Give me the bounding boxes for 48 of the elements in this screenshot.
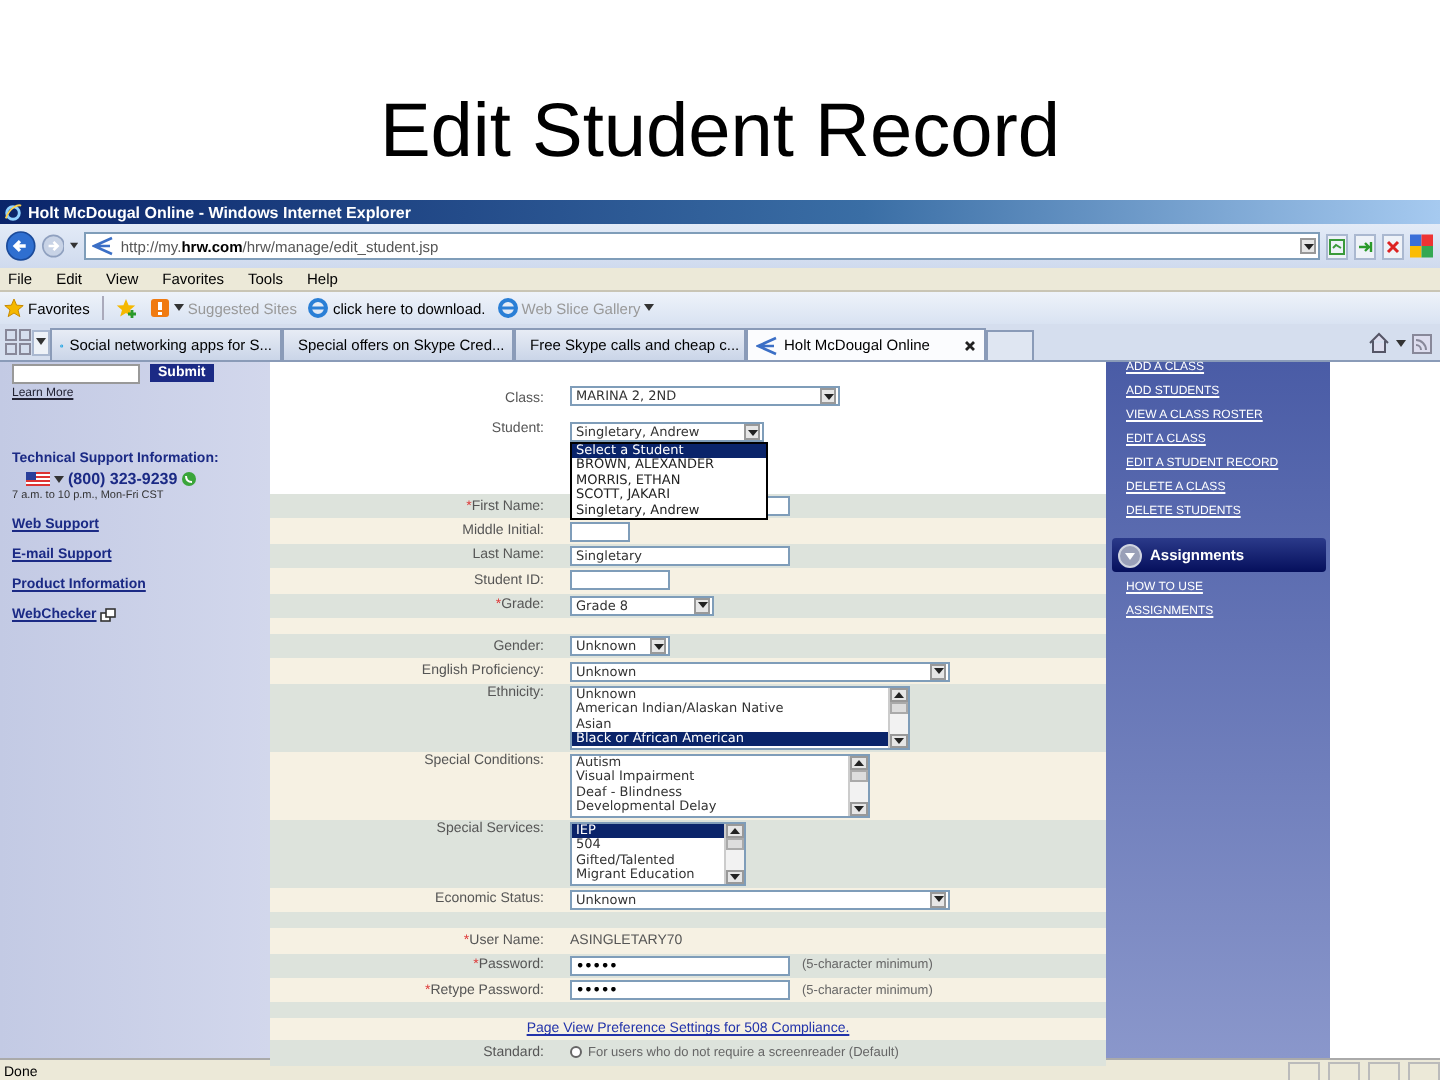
caret-icon [36,338,46,346]
ie-logo-icon [4,203,22,221]
close-icon[interactable] [964,339,976,351]
search-icon[interactable] [1410,232,1434,260]
status-pane [1368,1062,1400,1080]
tab-list-button[interactable] [32,329,50,355]
scroll-up-arrow-icon[interactable] [726,823,744,838]
ie-page-icon [308,298,329,318]
caret-icon [644,304,655,312]
status-pane [1288,1062,1320,1080]
dropdown-arrow-icon [930,891,946,908]
caret-icon [1396,339,1406,347]
compatibility-icon[interactable] [1326,233,1349,259]
ie-page-icon [497,298,518,318]
scrollbar[interactable] [888,687,908,748]
scrollbar[interactable] [848,755,868,816]
arrow-sketch-icon [92,236,115,256]
dropdown-arrow-icon [1300,238,1317,254]
radio-button[interactable] [570,1046,582,1059]
feed-icon[interactable] [1412,333,1432,353]
text-field[interactable] [570,521,630,542]
back-button[interactable] [6,228,36,264]
caret-icon [173,304,184,312]
suggested-sites-icon [149,298,170,318]
search-field[interactable] [12,364,140,384]
scroll-up-arrow-icon[interactable] [850,755,868,770]
home-icon[interactable] [1368,332,1390,354]
star-icon [4,298,24,318]
arrow-sketch-icon [756,335,778,355]
caret-icon [54,475,64,483]
window-title: Holt McDougal Online - Windows Internet Explorer [28,203,411,221]
refresh-icon[interactable] [1354,233,1377,259]
slide-title: Edit Student Record [379,90,1061,176]
dropdown-arrow-icon [930,663,946,680]
status-pane [1408,1062,1440,1080]
flag-icon [26,472,50,486]
dropdown-arrow-icon [820,388,836,404]
recent-pages-caret-icon [70,242,79,250]
add-favorite-icon[interactable] [115,298,138,318]
phone-icon [181,472,196,486]
text-field[interactable] [570,570,670,591]
popup-window-icon [100,608,117,622]
dropdown-arrow-icon [744,424,760,440]
scrollbar[interactable] [724,823,744,884]
phone-number: (800) 323-9239 [68,470,178,488]
stop-icon[interactable] [1382,233,1405,259]
status-pane [1328,1062,1360,1080]
scroll-up-arrow-icon[interactable] [890,687,908,702]
